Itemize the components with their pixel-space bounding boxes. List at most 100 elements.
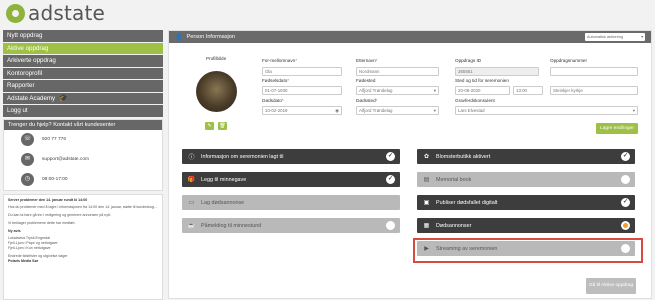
contact-phone[interactable]: ☏ 920 77 776 — [4, 130, 162, 150]
order-no-label: Oppdragsnummer — [550, 58, 588, 63]
tile-label: Legg til minnegave — [201, 176, 247, 183]
hours-text: 08:00-17:00 — [42, 177, 68, 182]
tile-label: Publiser dødsfallet digitalt — [436, 199, 498, 206]
edit-photo-button[interactable]: ✎ — [205, 122, 214, 130]
newspaper-icon: ▦ — [423, 223, 430, 229]
delete-photo-button[interactable]: 🗑 — [218, 122, 227, 130]
undertaker-label: Gravferdskonsulent — [455, 98, 495, 103]
sidebar-item-reports[interactable]: Rapporter — [3, 80, 163, 92]
news-title: Ny avis — [8, 228, 21, 233]
logo-mark-icon — [6, 3, 25, 23]
monitor-icon: ▣ — [423, 200, 430, 206]
eye-icon: ◉ — [335, 108, 339, 113]
person-icon: 👤 — [175, 34, 183, 41]
news-text: Polaris Media Sør — [8, 258, 39, 263]
clock-icon: ◷ — [21, 173, 34, 186]
ceremony-time-field[interactable]: 13:00 — [513, 86, 543, 95]
sidebar-item-logout[interactable]: Logg ut — [3, 105, 163, 117]
firstname-label: For-mellomnavn* — [262, 58, 297, 63]
order-id-field: 365561 — [455, 67, 539, 76]
ceremony-label: Sted og tid for seremonien — [455, 78, 509, 83]
contact-hours: ◷ 08:00-17:00 — [4, 170, 162, 190]
sidebar-item-label: Rapporter — [7, 82, 35, 89]
deathplace-label: Dødssted* — [356, 98, 378, 103]
tile-obituaries[interactable]: ▦ Dødsannonser — [417, 218, 635, 233]
ceremony-place-field[interactable]: Steinkjer kyrkje — [550, 86, 638, 95]
flower-icon: ✿ — [423, 154, 430, 160]
news-title: Server problemer den 14. januar rundt kl… — [8, 197, 88, 202]
sidebar-item-label: Adstate Academy — [7, 94, 56, 102]
tile-label: Memorial book — [436, 176, 472, 183]
photo-label: Profilbilde — [206, 56, 227, 61]
chevron-down-icon: ▾ — [433, 88, 436, 93]
tile-ceremony-info[interactable]: ⓘ Informasjon om seremonien lagt til ✓ — [182, 149, 400, 164]
order-no-field[interactable] — [550, 67, 638, 76]
lastname-field[interactable]: Nordmann — [356, 67, 439, 76]
trash-icon: 🗑 — [219, 123, 226, 129]
highlight-box — [413, 238, 643, 263]
sidebar-item-active-orders[interactable]: Aktive oppdrag — [3, 42, 163, 54]
pencil-icon: ✎ — [207, 123, 212, 129]
sidebar-item-academy[interactable]: Adstate Academy 🎓 — [3, 92, 163, 104]
news-text: Hos du problemer med å lagre i informasj… — [8, 205, 157, 210]
firstname-field[interactable]: Ola — [262, 67, 342, 76]
chevron-down-icon: ▾ — [632, 108, 635, 113]
graduation-cap-icon: 🎓 — [59, 94, 68, 102]
toggle-off-icon[interactable] — [621, 175, 630, 184]
birthdate-field[interactable]: 01-07-1930 — [262, 86, 342, 95]
sidebar-item-new-order[interactable]: Nytt oppdrag — [3, 30, 163, 42]
tile-flower-shop[interactable]: ✿ Blomsterbutikk aktivert ✓ — [417, 149, 635, 164]
lastname-label: Etternavn* — [356, 58, 378, 63]
contact-email[interactable]: ✉ support@adstate.com — [4, 150, 162, 170]
sidebar-item-label: Arkiverte oppdrag — [7, 57, 56, 64]
birthplace-select[interactable]: Alfjord Trøndelag ▾ — [356, 86, 439, 95]
tile-memorial-book[interactable]: ▤ Memorial book — [417, 172, 635, 187]
tile-label: Blomsterbutikk aktivert — [436, 153, 491, 160]
order-id-label: Oppdrags ID — [455, 58, 482, 63]
toggle-pending-icon[interactable] — [621, 221, 630, 230]
email-icon: ✉ — [21, 153, 34, 166]
tile-memorial-gift[interactable]: 🎁 Legg til minnegave ✓ — [182, 172, 400, 187]
check-icon: ✓ — [386, 175, 395, 184]
sidebar-item-label: Logg ut — [7, 107, 28, 114]
go-to-active-orders-button[interactable]: Gå til Aktive oppdrag — [586, 278, 636, 294]
activation-select-value: Automatisk aktivering — [587, 35, 624, 39]
panel-title: Person Informasjon — [186, 34, 235, 40]
birthdate-label: Fødselsdato* — [262, 78, 290, 83]
news-text: Du kan ta bare gå inn i redigering og ge… — [8, 213, 112, 218]
birthplace-label: Fødested — [356, 78, 376, 83]
info-icon: ⓘ — [188, 155, 195, 161]
tile-label: Påmelding til minnestund — [201, 222, 262, 229]
tile-create-obituary[interactable]: ▭ Lag dødsannonse — [182, 195, 400, 210]
logo-text: adstate — [28, 1, 106, 25]
deathplace-select[interactable]: Alfjord Trøndelag ▾ — [356, 106, 439, 115]
activation-select[interactable]: Automatisk aktivering ▾ — [585, 33, 645, 41]
deathdate-label: Dødsdato* — [262, 98, 284, 103]
chevron-down-icon: ▾ — [641, 35, 643, 39]
phone-icon: ☏ — [21, 133, 34, 146]
document-icon: ▭ — [188, 200, 195, 206]
deathdate-field[interactable]: 10-02-2019 ◉ — [262, 106, 342, 115]
gift-icon: 🎁 — [187, 177, 196, 183]
help-panel: Trenger du hjelp? Kontakt vårt kundesent… — [3, 118, 163, 191]
sidebar-item-office-profile[interactable]: Kontoroprofil — [3, 67, 163, 79]
sidebar-item-archived-orders[interactable]: Arkiverte oppdrag — [3, 55, 163, 67]
sidebar-item-label: Kontoroprofil — [7, 69, 43, 77]
news-text: Fjell-Ljom i Kun nettutgave — [8, 246, 51, 251]
toggle-off-icon[interactable] — [386, 221, 395, 230]
check-icon: ✓ — [621, 152, 630, 161]
panel-header: 👤 Person Informasjon Automatisk aktiveri… — [169, 31, 651, 43]
tile-publish-digital[interactable]: ▣ Publiser dødsfallet digitalt ✓ — [417, 195, 635, 210]
sidebar-item-label: Aktive oppdrag — [7, 44, 49, 52]
tile-label: Dødsannonser — [436, 222, 472, 229]
adstate-logo[interactable]: adstate — [6, 1, 106, 25]
sidebar-item-label: Nytt oppdrag — [7, 32, 43, 39]
profile-photo[interactable] — [196, 71, 237, 112]
undertaker-select[interactable]: Lars Elvestad ▾ — [455, 106, 638, 115]
chevron-down-icon: ▾ — [433, 108, 436, 113]
sidebar: Nytt oppdrag Aktive oppdrag Arkiverte op… — [3, 30, 163, 300]
save-changes-button[interactable]: Lagre endringer — [596, 123, 638, 134]
email-text: support@adstate.com — [42, 157, 89, 162]
tile-memorial-signup[interactable]: ☕ Påmelding til minnestund — [182, 218, 400, 233]
ceremony-date-field[interactable]: 20-08-2020 — [455, 86, 510, 95]
